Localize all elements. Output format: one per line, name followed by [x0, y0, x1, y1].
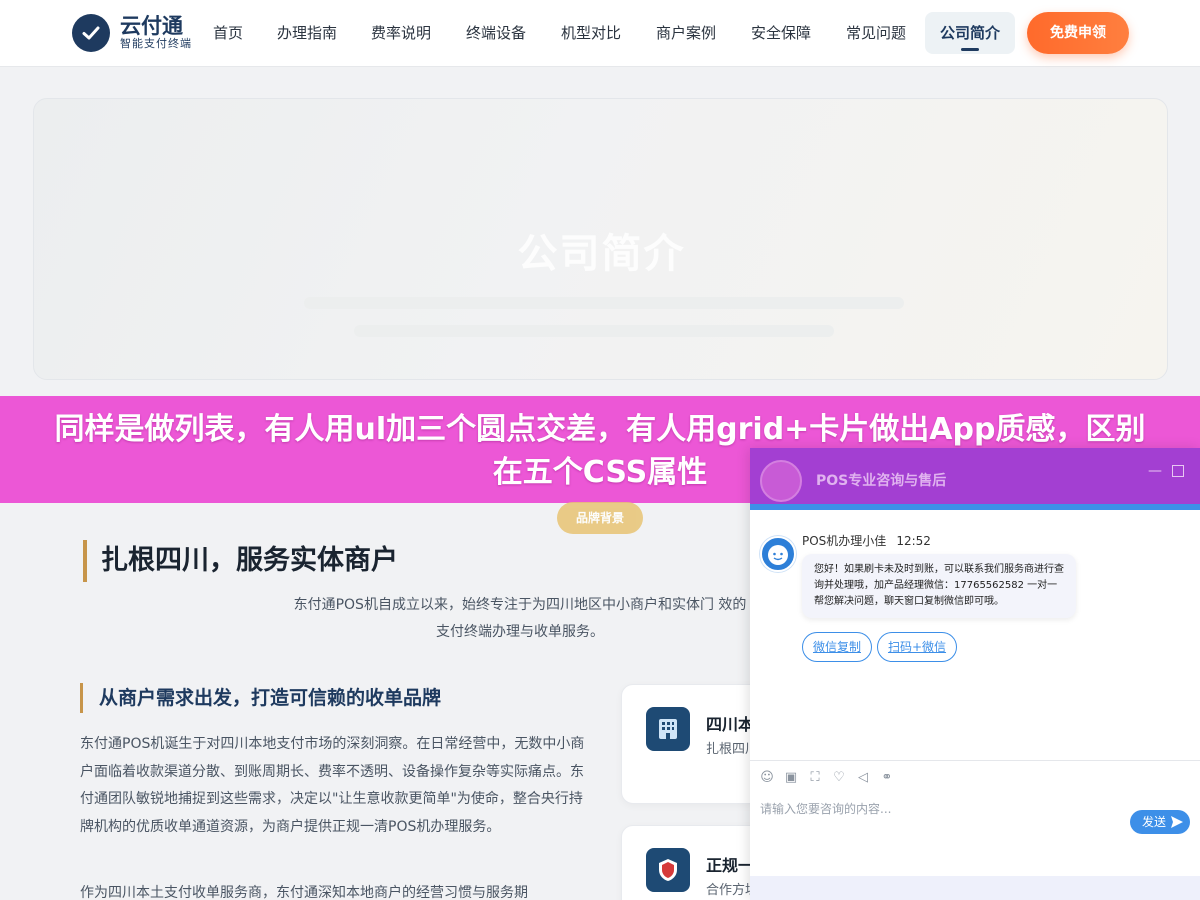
free-apply-button[interactable]: 免费申领	[1027, 12, 1129, 54]
copy-wechat-button[interactable]: 微信复制	[802, 632, 872, 662]
send-button[interactable]: 发送	[1130, 810, 1190, 834]
hero-subtitle-placeholder	[304, 297, 904, 309]
nav-about[interactable]: 公司简介	[925, 12, 1015, 54]
shield-icon	[646, 848, 690, 892]
agent-name-line: POS机办理小佳 12:52	[802, 532, 931, 549]
chat-header-accent	[750, 504, 1200, 510]
card-title: 四川本	[706, 715, 755, 734]
section-description: 东付通POS机自成立以来，始终专注于为四川地区中小商户和实体门 效的支付终端办理…	[293, 597, 747, 640]
top-header: 云付通 智能支付终端 首页 办理指南 费率说明 终端设备 机型对比 商户案例 安…	[0, 0, 1200, 67]
emoji-icon[interactable]: ☺	[760, 771, 774, 785]
chat-header-avatar	[760, 460, 802, 502]
building-icon	[646, 707, 690, 751]
hero-banner: 公司简介	[33, 98, 1168, 380]
nav-security[interactable]: 安全保障	[750, 12, 812, 54]
intro-paragraph: 作为四川本土支付收单服务商，东付通深知本地商户的经营习惯与服务期	[80, 885, 528, 900]
chat-footer	[750, 876, 1200, 900]
intro-paragraph: 东付通POS机诞生于对四川本地支付市场的深刻洞察。在日常经营中，无数中小商户面临…	[80, 736, 585, 835]
send-label: 发送	[1142, 815, 1167, 829]
agent-avatar	[760, 536, 796, 572]
card-title: 正规一	[706, 856, 755, 875]
chat-message-input[interactable]: 请输入您要咨询的内容...	[760, 800, 891, 817]
minimize-icon[interactable]: —	[1148, 464, 1162, 478]
sound-icon[interactable]: ◁	[856, 771, 870, 785]
chat-title: POS专业咨询与售后	[816, 473, 947, 489]
hero-subtitle-placeholder	[354, 325, 834, 337]
send-icon	[1171, 816, 1183, 828]
image-icon[interactable]: ▣	[784, 771, 798, 785]
nav-cases[interactable]: 商户案例	[655, 12, 717, 54]
nav-compare[interactable]: 机型对比	[560, 12, 622, 54]
section-pill: 品牌背景	[557, 502, 643, 534]
nav-rates[interactable]: 费率说明	[370, 12, 432, 54]
nav-devices[interactable]: 终端设备	[465, 12, 527, 54]
screenshot-icon[interactable]: ⛶	[808, 771, 822, 785]
agent-name: POS机办理小佳	[802, 534, 887, 548]
nav-home[interactable]: 首页	[212, 12, 244, 54]
sub-title: 从商户需求出发，打造可信赖的收单品牌	[80, 683, 441, 713]
hero-title: 公司简介	[517, 231, 686, 277]
scan-wechat-button[interactable]: 扫码+微信	[877, 632, 957, 662]
main-nav: 首页 办理指南 费率说明 终端设备 机型对比 商户案例 安全保障 常见问题 公司…	[0, 12, 1200, 54]
chat-toolbar: ☺ ▣ ⛶ ♡ ◁ ⚭	[750, 760, 1200, 796]
message-time: 12:52	[896, 534, 931, 548]
chat-widget: POS专业咨询与售后 — POS机办理小佳 12:52 您好！如果刷卡未及时到账，…	[750, 448, 1200, 900]
nav-guide[interactable]: 办理指南	[276, 12, 338, 54]
wechat-icon[interactable]: ⚭	[880, 771, 894, 785]
chat-header: POS专业咨询与售后 —	[750, 448, 1200, 510]
maximize-icon[interactable]	[1172, 465, 1184, 477]
rating-icon[interactable]: ♡	[832, 771, 846, 785]
chat-message-bubble: 您好！如果刷卡未及时到账，可以联系我们服务商进行查询并处理哦，加产品经理微信：1…	[802, 554, 1076, 618]
nav-faq[interactable]: 常见问题	[845, 12, 907, 54]
section-title: 扎根四川，服务实体商户	[83, 540, 398, 582]
